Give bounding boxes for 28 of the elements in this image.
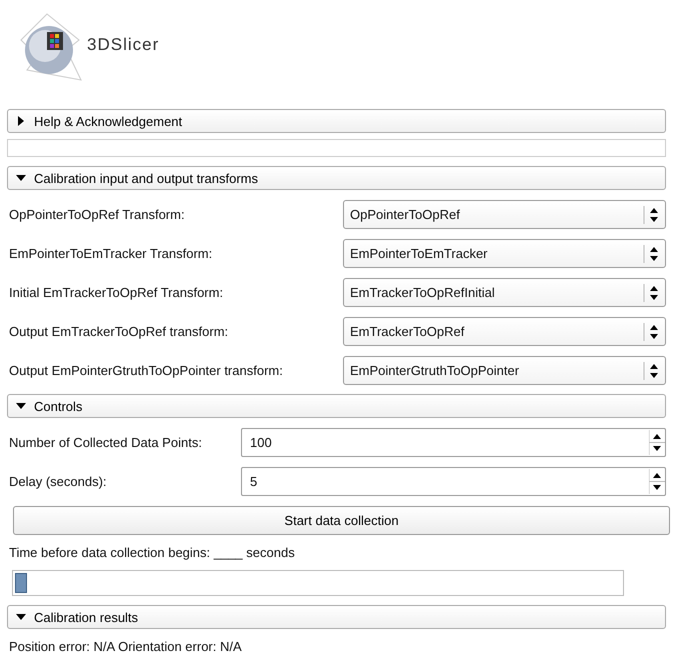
collapsed-triangle-icon bbox=[16, 116, 26, 126]
spin-arrows-icon bbox=[649, 430, 665, 455]
section-header[interactable]: Help & Acknowledgement bbox=[7, 109, 666, 133]
start-collection-button[interactable]: Start data collection bbox=[13, 506, 670, 535]
expanded-triangle-icon bbox=[16, 401, 26, 411]
transform-dropdown[interactable]: EmPointerToEmTracker bbox=[343, 239, 666, 268]
field-label: Delay (seconds): bbox=[9, 474, 108, 489]
transform-dropdown[interactable]: OpPointerToOpRef bbox=[343, 200, 666, 229]
transform-dropdown[interactable]: EmPointerGtruthToOpPointer bbox=[343, 356, 666, 385]
field-label: Number of Collected Data Points: bbox=[9, 435, 203, 450]
field-label: Output EmTrackerToOpRef transform: bbox=[9, 324, 230, 339]
section-header[interactable]: Controls bbox=[7, 394, 666, 418]
field-label: Output EmPointerGtruthToOpPointer transform: bbox=[9, 363, 284, 378]
status-text: Time before data collection begins: ____ seconds bbox=[9, 545, 296, 560]
field-label: Initial EmTrackerToOpRef Transform: bbox=[9, 285, 224, 300]
section-header[interactable]: Calibration input and output transforms bbox=[7, 166, 666, 190]
section-header[interactable]: Calibration results bbox=[7, 605, 666, 629]
expanded-triangle-icon bbox=[16, 612, 26, 622]
field-label: OpPointerToOpRef Transform: bbox=[9, 207, 186, 222]
field-label: EmPointerToEmTracker Transform: bbox=[9, 246, 214, 261]
app-logo-text: 3DSlicer bbox=[87, 35, 160, 55]
transform-dropdown[interactable]: EmTrackerToOpRefInitial bbox=[343, 278, 666, 307]
number-spinbox[interactable]: 100 bbox=[241, 428, 666, 457]
transform-dropdown[interactable]: EmTrackerToOpRef bbox=[343, 317, 666, 346]
status-text: Position error: N/A Orientation error: N/A bbox=[9, 639, 243, 654]
expanded-triangle-icon bbox=[16, 173, 26, 183]
spin-arrows-icon bbox=[649, 469, 665, 494]
number-spinbox[interactable]: 5 bbox=[241, 467, 666, 496]
